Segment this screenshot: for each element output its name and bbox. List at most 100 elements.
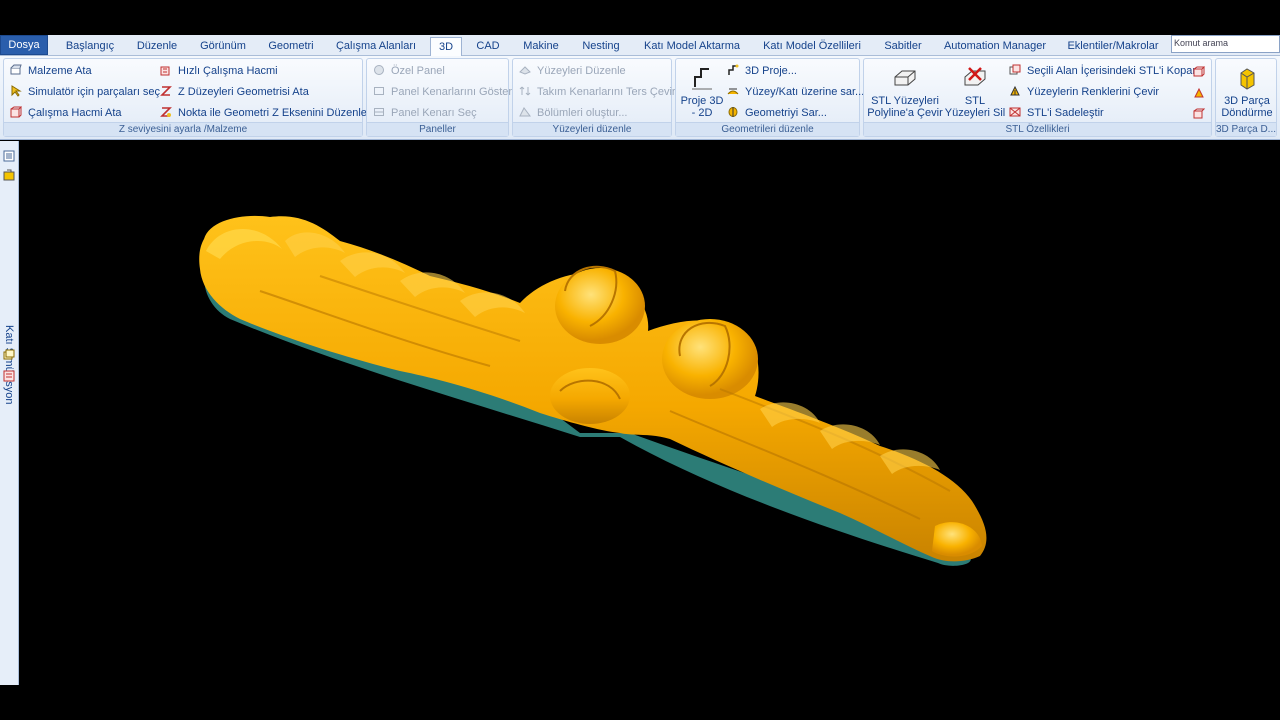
secili-alan-stl-kopar-button[interactable]: Seçili Alan İçerisindeki STL'i Kopar xyxy=(1009,62,1196,80)
simulator-parca-sec-label: Simulatör için parçaları seç xyxy=(28,86,161,98)
kati-simulasyon-tab[interactable]: Katı Simülasyon xyxy=(3,325,15,404)
stl-extra-icon-2[interactable] xyxy=(1193,87,1205,99)
yuzeyleri-duzenle-button[interactable]: Yüzeyleri Düzenle xyxy=(519,62,626,80)
malzeme-ata-button[interactable]: Malzeme Ata xyxy=(10,62,92,80)
z-duzeyleri-geometrisi-ata-label: Z Düzeyleri Geometrisi Ata xyxy=(178,86,309,98)
top-letterbox xyxy=(0,0,1280,35)
z-duzeyleri-geometrisi-ata-button[interactable]: Z Düzeyleri Geometrisi Ata xyxy=(160,83,309,101)
group-geometry-label: Geometrileri düzenle xyxy=(676,122,859,136)
material-icon xyxy=(10,64,22,75)
wrap-on-surface-icon xyxy=(727,88,739,95)
group-stl: STL Yüzeyleri Polyline'a Çevir STL Yüzey… xyxy=(863,58,1212,137)
panel-kenarlarini-goster-button[interactable]: Panel Kenarlarını Göster xyxy=(373,83,512,101)
stl-to-polyline-icon xyxy=(894,70,916,86)
group-surfaces-label: Yüzeyleri düzenle xyxy=(513,122,671,136)
bolumleri-olustur-label: Bölümleri oluştur... xyxy=(537,107,628,119)
yuzey-kati-uzerine-sar-button[interactable]: Yüzey/Katı üzerine sar... xyxy=(727,83,864,101)
stl-extra-icon-1[interactable] xyxy=(1193,66,1205,78)
secili-alan-stl-kopar-label: Seçili Alan İçerisindeki STL'i Kopar xyxy=(1027,65,1197,77)
stl-polyline-cevir-label: STL Yüzeyleri Polyline'a Çevir xyxy=(867,95,943,119)
tab-cad[interactable]: CAD xyxy=(470,37,506,56)
edit-surfaces-icon xyxy=(519,66,531,75)
stl-yuzeyleri-sil-button[interactable]: STL Yüzeyleri Sil xyxy=(943,65,1007,119)
flip-surface-colors-icon xyxy=(1010,85,1020,96)
bottom-letterbox xyxy=(0,685,1280,720)
tab-3d[interactable]: 3D xyxy=(430,37,462,57)
tab-eklentiler-makrolar[interactable]: Eklentiler/Makrolar xyxy=(1062,37,1164,56)
tab-dosya[interactable]: Dosya xyxy=(0,35,48,55)
stl-sadelestir-label: STL'i Sadeleştir xyxy=(1027,107,1104,119)
yuzeylerin-renklerini-cevir-button[interactable]: Yüzeylerin Renklerini Çevir xyxy=(1009,83,1159,101)
simulator-parca-sec-button[interactable]: Simulatör için parçaları seç xyxy=(10,83,160,101)
panel-kenari-sec-label: Panel Kenarı Seç xyxy=(391,107,477,119)
group-z-level: Malzeme Ata Simulatör için parçaları seç… xyxy=(3,58,367,137)
3d-proje-button[interactable]: 3D Proje... xyxy=(727,62,797,80)
yuzey-kati-uzerine-sar-label: Yüzey/Katı üzerine sar... xyxy=(745,86,865,98)
panel-kenari-sec-button[interactable]: Panel Kenarı Seç xyxy=(373,104,477,122)
tab-kati-model-ozellileri[interactable]: Katı Model Özellileri xyxy=(757,37,867,56)
quick-volume-icon xyxy=(160,66,170,76)
simulation-icon[interactable] xyxy=(3,169,15,181)
proje-3d-2d-label: Proje 3D - 2D xyxy=(680,95,724,119)
tab-kati-model-aktarma[interactable]: Katı Model Aktarma xyxy=(637,37,747,56)
layers-icon[interactable] xyxy=(3,349,15,361)
tab-sabitler[interactable]: Sabitler xyxy=(877,37,929,56)
stl-extra-icon-3[interactable] xyxy=(1193,108,1205,120)
3d-viewport[interactable] xyxy=(20,141,1280,685)
tab-calisma-alanlari[interactable]: Çalışma Alanları xyxy=(330,37,422,56)
nokta-ile-geometri-z-label: Nokta ile Geometri Z Eksenini Düzenle xyxy=(178,107,367,119)
properties-icon[interactable] xyxy=(3,150,15,162)
3d-parca-dondurme-button[interactable]: 3D Parça Döndürme xyxy=(1218,65,1276,119)
panel-edge-select-icon xyxy=(374,108,384,116)
stl-yuzeyleri-sil-label: STL Yüzeyleri Sil xyxy=(944,95,1006,119)
panel-edges-icon xyxy=(374,87,384,95)
hizli-calisma-hacmi-button[interactable]: Hızlı Çalışma Hacmi xyxy=(160,62,278,80)
select-parts-icon xyxy=(11,85,22,97)
yuzeyleri-duzenle-label: Yüzeyleri Düzenle xyxy=(537,65,626,77)
yuzeylerin-renklerini-cevir-label: Yüzeylerin Renklerini Çevir xyxy=(1027,86,1160,98)
takim-kenarlarini-ters-cevir-label: Takım Kenarlarını Ters Çevir xyxy=(537,86,676,98)
tab-makine[interactable]: Makine xyxy=(516,37,566,56)
3d-project-icon xyxy=(728,64,739,75)
group-3d-part: 3D Parça Döndürme 3D Parça D... xyxy=(1215,58,1277,137)
ozel-panel-button[interactable]: Özel Panel xyxy=(373,62,445,80)
stl-sadelestir-button[interactable]: STL'i Sadeleştir xyxy=(1009,104,1104,122)
group-stl-label: STL Özellikleri xyxy=(864,122,1211,136)
create-sections-icon xyxy=(519,107,531,117)
rotate-3d-part-icon xyxy=(1240,68,1255,90)
ribbon-tabs: Dosya Başlangıç Düzenle Görünüm Geometri… xyxy=(0,35,1280,57)
malzeme-ata-label: Malzeme Ata xyxy=(28,65,92,77)
bolumleri-olustur-button[interactable]: Bölümleri oluştur... xyxy=(519,104,627,122)
hizli-calisma-hacmi-label: Hızlı Çalışma Hacmi xyxy=(178,65,278,77)
delete-stl-icon xyxy=(964,67,986,86)
point-z-axis-icon xyxy=(160,107,172,117)
tab-geometri[interactable]: Geometri xyxy=(262,37,320,56)
3d-proje-label: 3D Proje... xyxy=(745,65,797,77)
simplify-stl-icon xyxy=(1009,107,1021,117)
nokta-ile-geometri-z-button[interactable]: Nokta ile Geometri Z Eksenini Düzenle xyxy=(160,104,367,122)
takim-kenarlarini-ters-cevir-button[interactable]: Takım Kenarlarını Ters Çevir xyxy=(519,83,676,101)
group-3d-part-label: 3D Parça D... xyxy=(1216,122,1276,136)
group-z-level-label: Z seviyesini ayarla /Malzeme xyxy=(4,122,362,136)
calisma-hacmi-ata-button[interactable]: Çalışma Hacmi Ata xyxy=(10,104,122,122)
proje-3d-2d-button[interactable]: Proje 3D - 2D xyxy=(679,65,725,119)
tab-baslangic[interactable]: Başlangıç xyxy=(58,37,122,56)
tab-nesting[interactable]: Nesting xyxy=(576,37,626,56)
tab-duzenle[interactable]: Düzenle xyxy=(130,37,184,56)
tab-gorunum[interactable]: Görünüm xyxy=(193,37,253,56)
reverse-tool-edges-icon xyxy=(519,86,531,96)
geometriyi-sar-button[interactable]: Geometriyi Sar... xyxy=(727,104,827,122)
work-volume-icon xyxy=(10,106,22,118)
command-search-input[interactable]: Komut arama xyxy=(1171,35,1280,53)
group-panels-label: Paneller xyxy=(367,122,508,136)
geometriyi-sar-label: Geometriyi Sar... xyxy=(745,107,827,119)
wrap-geometry-icon xyxy=(728,107,738,117)
group-surfaces: Yüzeyleri Düzenle Takım Kenarlarını Ters… xyxy=(512,58,676,137)
toolpath-icon[interactable] xyxy=(3,370,15,382)
tab-automation-manager[interactable]: Automation Manager xyxy=(938,37,1052,56)
ribbon: Malzeme Ata Simulatör için parçaları seç… xyxy=(0,56,1280,140)
group-panels: Özel Panel Panel Kenarlarını Göster Pane… xyxy=(366,58,512,137)
ozel-panel-label: Özel Panel xyxy=(391,65,445,77)
stl-polyline-cevir-button[interactable]: STL Yüzeyleri Polyline'a Çevir xyxy=(867,65,943,119)
group-geometry: Proje 3D - 2D 3D Proje... Yüzey/Katı üze… xyxy=(675,58,864,137)
